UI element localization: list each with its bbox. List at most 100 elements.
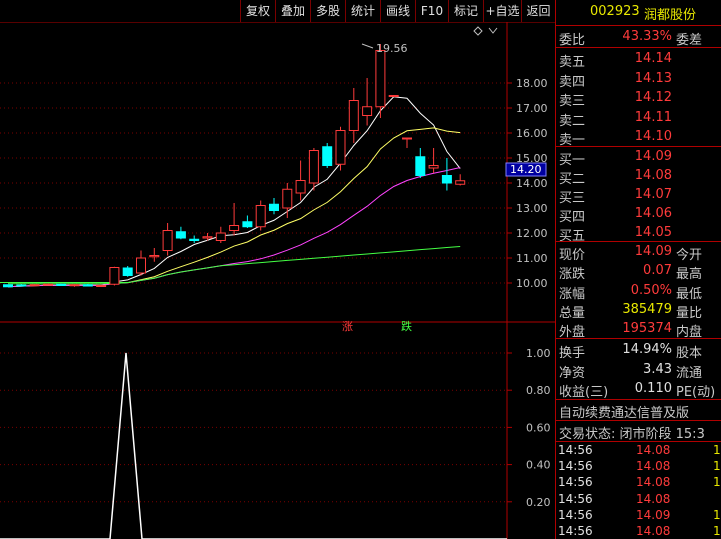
ask-row-label: 卖二	[559, 113, 586, 129]
candlesticks	[3, 44, 466, 288]
up-candle	[96, 285, 107, 287]
stat2-row: 收益(三) 0.110 PE(动)	[556, 379, 721, 400]
tick-volume: 1	[713, 475, 721, 490]
stat-row-right-label: 最低	[676, 286, 703, 302]
stat-row-value: 14.09	[634, 244, 672, 259]
candlestick-chart[interactable]: 18.0017.0016.0015.0014.0013.0012.0011.00…	[0, 22, 555, 539]
high-pointer	[361, 43, 374, 49]
stat2-row-value: 14.94%	[622, 342, 672, 357]
diamond-icon[interactable]	[473, 26, 483, 36]
tick-time: 14:56	[558, 443, 593, 457]
stock-header: 002923 润都股份	[556, 0, 721, 26]
ma60-line	[8, 245, 461, 285]
stat2-row-value: 3.43	[643, 361, 672, 377]
chart-grid	[0, 22, 555, 539]
svg-text:14.20: 14.20	[510, 163, 542, 176]
ask-row: 卖一 14.10	[556, 127, 721, 148]
down-candle	[269, 203, 279, 211]
indicator-line	[0, 352, 507, 539]
current-price-tag: 14.20	[505, 162, 547, 177]
y-tick-label: 10.00	[516, 277, 548, 290]
mark-button[interactable]: 标记	[448, 0, 483, 22]
y-tick-label: 16.00	[516, 127, 548, 140]
up-candle	[215, 232, 226, 241]
down-candle	[322, 146, 333, 166]
multi-stock-button[interactable]: 多股	[310, 0, 345, 22]
up-candle	[295, 180, 306, 194]
promo-link[interactable]: 自动续费通达信普及版	[556, 400, 721, 421]
up-candle	[42, 283, 53, 286]
stat2-row-value: 0.110	[634, 381, 672, 396]
tick-time: 14:56	[558, 507, 593, 522]
ask-row-value: 14.11	[634, 109, 672, 125]
ask-row-label: 卖五	[559, 55, 586, 70]
up-candle	[149, 255, 160, 258]
tick-row: 14:56 14.08 1	[556, 523, 721, 539]
stat-row-label: 现价	[559, 248, 586, 263]
stat-row: 外盘 195374 内盘	[556, 319, 721, 340]
tick-time: 14:56	[558, 491, 593, 506]
quote-panel: 002923 润都股份 委比 43.33% 委差 卖五 14.14 卖四 14.13 卖…	[555, 0, 721, 539]
y-tick-label: 0.40	[526, 459, 551, 472]
fuquan-button[interactable]: 复权	[240, 0, 275, 22]
bid-row: 买一 14.09	[556, 147, 721, 168]
up-candle	[255, 205, 266, 228]
y-tick-label: 12.00	[516, 227, 548, 240]
stat-row-value: 385479	[622, 301, 672, 317]
stat2-row-right-label: 流通	[676, 365, 703, 381]
bid-row: 买五 14.05	[556, 223, 721, 244]
up-candle	[29, 284, 40, 287]
add-watchlist-button[interactable]: +自选	[483, 0, 521, 22]
y-tick-label: 1.00	[526, 347, 551, 360]
bid-row-value: 14.06	[634, 206, 672, 221]
stat-row-label: 涨跌	[559, 267, 586, 283]
up-candle	[348, 100, 359, 131]
tick-price: 14.09	[636, 507, 671, 522]
up-candle	[428, 165, 439, 169]
chevron-down-icon[interactable]	[488, 27, 498, 34]
bid-row-value: 14.05	[634, 225, 672, 240]
draw-line-button[interactable]: 画线	[380, 0, 415, 22]
down-candle	[242, 221, 253, 228]
down-marker: 跌	[401, 319, 412, 333]
tick-price: 14.08	[636, 475, 671, 490]
ask-row: 卖五 14.14	[556, 49, 721, 70]
moving-average-lines	[0, 96, 461, 288]
stat-row-label: 总量	[559, 305, 586, 321]
back-button[interactable]: 返回	[521, 0, 555, 22]
ask-row-value: 14.10	[634, 129, 672, 144]
up-candle	[362, 106, 373, 116]
down-candle	[16, 284, 27, 287]
up-candle	[109, 267, 120, 285]
stat2-row: 净资 3.43 流通	[556, 360, 721, 381]
ask-row-value: 14.14	[634, 51, 672, 66]
f10-button[interactable]: F10	[415, 0, 448, 22]
stat-row-value: 195374	[622, 321, 672, 337]
up-candle	[202, 236, 213, 239]
bid-row-value: 14.08	[634, 168, 672, 183]
statistics-button[interactable]: 统计	[345, 0, 380, 22]
up-candle	[282, 188, 293, 209]
price-axis: 18.0017.0016.0015.0014.0013.0012.0011.00…	[507, 77, 548, 290]
y-tick-label: 13.00	[516, 202, 548, 215]
tick-time: 14:56	[558, 459, 593, 474]
stat-row-value: 0.07	[643, 263, 672, 279]
stat-row-right-label: 今开	[676, 248, 703, 263]
bid-row: 买四 14.06	[556, 204, 721, 225]
stat-row-right-label: 量比	[676, 305, 703, 321]
up-candle	[136, 257, 146, 274]
tick-time: 14:56	[558, 475, 593, 490]
ask-row-label: 卖三	[559, 94, 586, 109]
down-candle	[3, 284, 13, 288]
up-candle	[335, 130, 346, 165]
overlay-button[interactable]: 叠加	[275, 0, 310, 22]
ask-row-label: 卖四	[559, 74, 586, 90]
ask-row: 卖三 14.12	[556, 88, 721, 109]
tick-price: 14.08	[636, 459, 671, 474]
tick-volume: 1	[713, 524, 721, 538]
tick-price: 14.08	[636, 491, 671, 506]
weibi-row: 委比 43.33% 委差	[559, 29, 703, 48]
bid-row: 买三 14.07	[556, 185, 721, 206]
up-marker: 涨	[342, 320, 353, 333]
down-candle	[82, 284, 93, 287]
